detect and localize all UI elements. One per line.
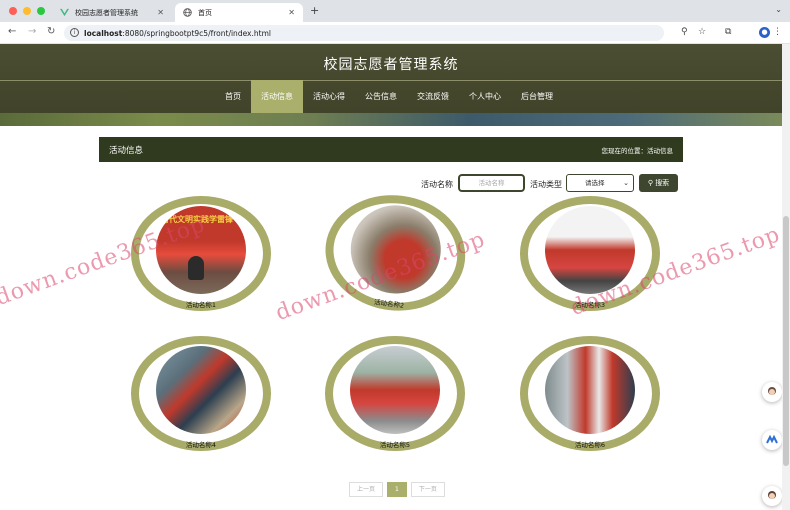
- activity-card[interactable]: 活动名称4: [131, 336, 281, 456]
- reload-icon[interactable]: ↻: [47, 26, 55, 37]
- activity-name[interactable]: 活动名称4: [131, 439, 271, 449]
- tab-title: 校园志愿者管理系统: [75, 8, 138, 17]
- scrollbar-thumb[interactable]: [783, 216, 789, 466]
- minimize-window-button[interactable]: [23, 7, 31, 15]
- prev-page-button[interactable]: 上一页: [349, 482, 384, 497]
- activity-photo: [156, 346, 246, 434]
- activity-name-input[interactable]: 活动名称: [458, 174, 525, 192]
- support-avatar-icon[interactable]: [762, 486, 782, 506]
- activity-photo: [350, 346, 440, 434]
- maximize-window-button[interactable]: [37, 7, 45, 15]
- site-info-icon[interactable]: i: [70, 28, 79, 37]
- activity-photo: [545, 206, 635, 294]
- page-viewport: 校园志愿者管理系统 首页 活动信息 活动心得 公告信息 交流反馈 个人中心 后台…: [0, 44, 790, 510]
- activity-type-select[interactable]: 请选择 ⌄: [566, 174, 634, 192]
- activity-name[interactable]: 活动名称3: [520, 299, 660, 309]
- nav-item-activities[interactable]: 活动信息: [251, 80, 303, 113]
- browser-tab-2[interactable]: 首页 ✕: [175, 3, 303, 22]
- section-title: 活动信息: [109, 146, 144, 156]
- header-image-strip: [0, 113, 782, 126]
- forward-arrow-icon[interactable]: →: [28, 26, 36, 37]
- search-form: 活动名称 活动名称 活动类型 请选择 ⌄ ⚲ 搜索: [0, 174, 782, 194]
- url-host: localhost: [84, 28, 123, 38]
- nav-item-profile[interactable]: 个人中心: [459, 80, 511, 113]
- window-controls: [9, 7, 45, 15]
- activity-card[interactable]: 活动名称5: [325, 336, 475, 456]
- more-menu-icon[interactable]: ⋮: [773, 27, 782, 37]
- assistant-avatar-icon[interactable]: [762, 382, 782, 402]
- search-button[interactable]: ⚲ 搜索: [639, 174, 678, 192]
- tab-list-chevron-icon[interactable]: ⌄: [775, 5, 782, 14]
- activity-card[interactable]: 时代文明实践学雷锋 活动名称1: [131, 196, 281, 316]
- browser-toolbar: ← → ↻ i localhost:8080/springbootpt9c5/f…: [0, 22, 790, 44]
- activity-photo: 时代文明实践学雷锋: [156, 206, 246, 294]
- activity-card[interactable]: 活动名称6: [520, 336, 670, 456]
- next-page-button[interactable]: 下一页: [410, 482, 445, 497]
- nav-item-feedback[interactable]: 交流反馈: [407, 80, 459, 113]
- address-bar[interactable]: i localhost:8080/springbootpt9c5/front/i…: [64, 25, 664, 41]
- vue-favicon-icon: [60, 8, 69, 17]
- page-number-button[interactable]: 1: [387, 482, 407, 497]
- back-arrow-icon[interactable]: ←: [8, 26, 16, 37]
- tab-title: 首页: [198, 8, 212, 17]
- site-header: 校园志愿者管理系统 首页 活动信息 活动心得 公告信息 交流反馈 个人中心 后台…: [0, 44, 782, 126]
- section-header: 活动信息 您现在的位置：活动信息: [99, 137, 683, 162]
- search-icon: ⚲: [647, 179, 653, 187]
- new-tab-icon[interactable]: +: [310, 4, 319, 17]
- url-path: :8080/springbootpt9c5/front/index.html: [122, 28, 271, 38]
- nav-item-admin[interactable]: 后台管理: [511, 80, 563, 113]
- activity-name[interactable]: 活动名称6: [520, 439, 660, 449]
- select-value: 请选择: [585, 179, 605, 187]
- site-title: 校园志愿者管理系统: [323, 57, 459, 73]
- browser-tab-bar: 校园志愿者管理系统 ✕ 首页 ✕ + ⌄: [0, 0, 790, 22]
- tab-close-icon[interactable]: ✕: [157, 8, 164, 17]
- bookmark-star-icon[interactable]: ☆: [698, 27, 706, 37]
- extensions-icon[interactable]: ⧉: [725, 27, 731, 37]
- chevron-down-icon: ⌄: [623, 179, 629, 187]
- photo-figure: [188, 256, 204, 280]
- zoom-icon[interactable]: ⚲: [681, 27, 688, 37]
- activity-card[interactable]: 活动名称3: [520, 196, 670, 316]
- close-window-button[interactable]: [9, 7, 17, 15]
- banner-text: 时代文明实践学雷锋: [161, 215, 233, 224]
- activity-name-label: 活动名称: [421, 180, 453, 189]
- nav-item-home[interactable]: 首页: [215, 80, 251, 113]
- activity-name[interactable]: 活动名称5: [325, 439, 465, 449]
- profile-avatar-icon[interactable]: ●: [759, 27, 770, 38]
- activity-name[interactable]: 活动名称1: [131, 299, 271, 309]
- translate-icon[interactable]: [762, 430, 782, 450]
- pagination: 上一页 1 下一页: [349, 482, 445, 497]
- search-button-label: 搜索: [655, 179, 670, 187]
- nav-item-notices[interactable]: 公告信息: [355, 80, 407, 113]
- nav-item-experiences[interactable]: 活动心得: [303, 80, 355, 113]
- main-nav: 首页 活动信息 活动心得 公告信息 交流反馈 个人中心 后台管理: [215, 80, 563, 113]
- tab-close-icon[interactable]: ✕: [288, 8, 295, 17]
- activity-card[interactable]: 活动名称2: [318, 187, 482, 324]
- activity-photo: [545, 346, 635, 434]
- breadcrumb: 您现在的位置：活动信息: [601, 147, 674, 155]
- browser-tab-1[interactable]: 校园志愿者管理系统 ✕: [52, 3, 172, 22]
- activity-type-label: 活动类型: [530, 180, 562, 189]
- globe-icon: [183, 8, 192, 17]
